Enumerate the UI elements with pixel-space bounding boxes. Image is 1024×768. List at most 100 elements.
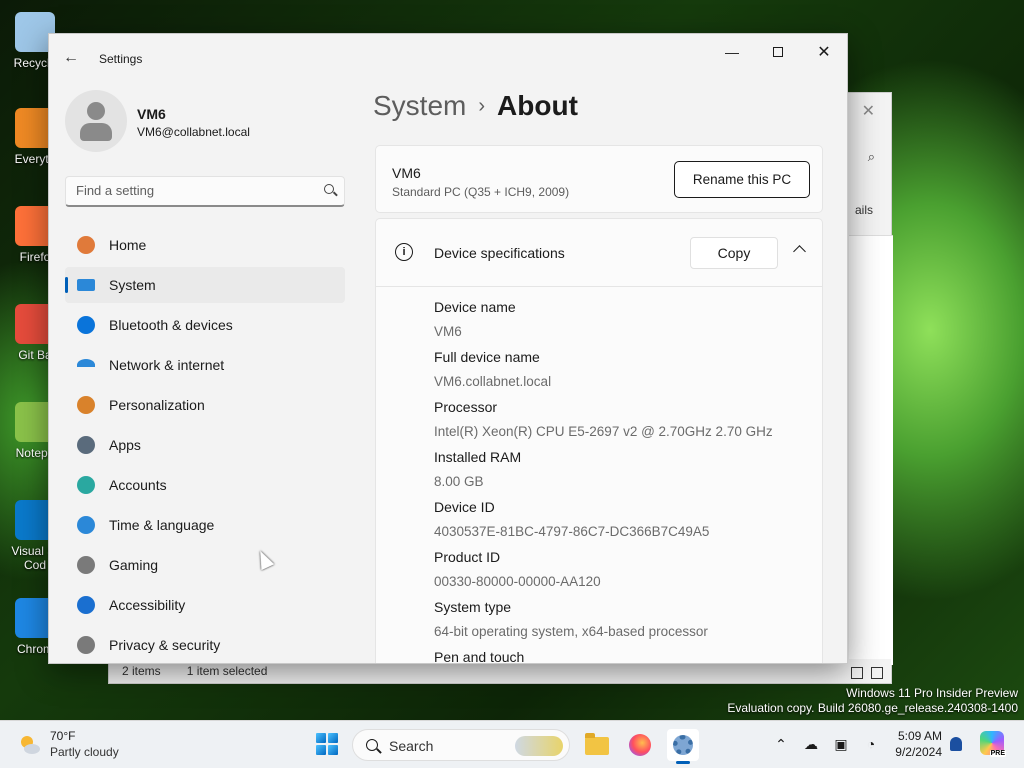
explorer-content-area: [849, 235, 893, 665]
sidebar-item-bluetooth[interactable]: Bluetooth & devices: [65, 307, 345, 343]
spec-label: Full device name: [434, 349, 540, 365]
minimize-button[interactable]: —: [709, 36, 755, 68]
spec-value: VM6.collabnet.local: [434, 374, 552, 389]
device-specifications-header[interactable]: i Device specifications Copy: [376, 219, 822, 287]
start-button[interactable]: [316, 733, 338, 755]
file-explorer-taskbar-icon[interactable]: [581, 729, 613, 761]
gear-icon: [673, 735, 693, 755]
home-icon: [77, 236, 95, 254]
tiles-view-icon[interactable]: [871, 667, 883, 679]
spec-row: Pen and touch: [434, 649, 773, 663]
sidebar-item-gamepad[interactable]: Gaming: [65, 547, 345, 583]
settings-taskbar-icon[interactable]: [667, 729, 699, 764]
chevron-up-icon[interactable]: [793, 245, 806, 258]
volume-icon[interactable]: ◔: [862, 735, 880, 753]
sidebar-item-system[interactable]: System: [65, 267, 345, 303]
system-icon: [77, 279, 95, 291]
display-icon[interactable]: ▣: [832, 735, 850, 753]
windows-watermark: Windows 11 Pro Insider Preview Evaluatio…: [727, 686, 1018, 716]
folder-icon: [585, 733, 609, 755]
pc-name-card: VM6 Standard PC (Q35 + ICH9, 2009) Renam…: [375, 145, 823, 213]
sidebar-item-label: Network & internet: [109, 357, 225, 373]
copilot-badge: PRE: [989, 750, 1006, 757]
title-bar: ← Settings — ✕: [49, 34, 847, 82]
notification-bell-icon[interactable]: [950, 737, 962, 751]
explorer-selection-count: 1 item selected: [186, 664, 268, 678]
search-highlight-icon: [515, 736, 563, 756]
sidebar-item-label: Personalization: [109, 397, 205, 413]
sidebar-item-accessibility[interactable]: Accessibility: [65, 587, 345, 623]
windows-logo-tile: [316, 733, 326, 743]
back-arrow-icon[interactable]: ←: [63, 49, 79, 67]
spec-value: 8.00 GB: [434, 474, 484, 489]
sidebar-item-shield[interactable]: Privacy & security: [65, 627, 345, 663]
taskbar: 70°F Partly cloudy Search ⌃ ☁ ▣ ◔ 5:09 A…: [0, 720, 1024, 768]
network-off-icon[interactable]: ☁: [802, 735, 820, 753]
settings-search-input[interactable]: [66, 177, 306, 204]
breadcrumb-parent[interactable]: System: [373, 90, 466, 121]
clock-date[interactable]: 9/2/2024: [884, 745, 942, 759]
avatar-head-shape: [87, 102, 105, 120]
breadcrumb-separator-icon: ›: [478, 95, 486, 117]
chevron-up-tray-icon[interactable]: ⌃: [772, 735, 790, 753]
close-button[interactable]: ✕: [801, 36, 847, 68]
firefox-logo-icon: [629, 734, 651, 756]
sidebar-item-brush[interactable]: Personalization: [65, 387, 345, 423]
accessibility-icon: [77, 596, 95, 614]
spec-row: Full device name VM6.collabnet.local: [434, 349, 773, 399]
partly-cloudy-icon[interactable]: [18, 733, 42, 757]
accounts-icon: [77, 476, 95, 494]
windows-logo-tile: [328, 745, 338, 755]
device-specifications-list: Device name VM6 Full device name VM6.collab…: [434, 299, 773, 663]
spec-value: Intel(R) Xeon(R) CPU E5-2697 v2 @ 2.70GH…: [434, 424, 773, 439]
clock-time[interactable]: 5:09 AM: [894, 729, 942, 743]
spec-row: Device name VM6: [434, 299, 773, 349]
spec-label: Device name: [434, 299, 516, 315]
sidebar-item-home[interactable]: Home: [65, 227, 345, 263]
windows-logo-tile: [316, 745, 326, 755]
avatar-body-shape: [80, 123, 112, 141]
settings-nav: Home System Bluetooth & devices Network & i…: [65, 227, 345, 663]
sidebar-item-accounts[interactable]: Accounts: [65, 467, 345, 503]
sidebar-item-label: Accounts: [109, 477, 167, 493]
explorer-close-icon[interactable]: ✕: [862, 101, 875, 121]
sidebar-item-label: Time & language: [109, 517, 215, 533]
spec-label: Processor: [434, 399, 498, 415]
explorer-search-icon[interactable]: ⌕: [868, 149, 875, 165]
details-view-icon[interactable]: [851, 667, 863, 679]
page-title: About: [497, 90, 578, 121]
spec-row: System type 64-bit operating system, x64-…: [434, 599, 773, 649]
bluetooth-icon: [77, 316, 95, 334]
weather-description[interactable]: Partly cloudy: [50, 745, 119, 759]
weather-temperature[interactable]: 70°F: [50, 729, 75, 743]
watermark-build: Evaluation copy. Build 26080.ge_release.…: [727, 701, 1018, 715]
avatar[interactable]: [65, 90, 127, 152]
gamepad-icon: [77, 556, 95, 574]
search-icon[interactable]: [324, 184, 334, 194]
sidebar-item-apps[interactable]: Apps: [65, 427, 345, 463]
maximize-icon: [773, 47, 783, 57]
explorer-item-count: 2 items: [122, 664, 161, 678]
firefox-taskbar-icon[interactable]: [624, 729, 656, 761]
spec-label: Product ID: [434, 549, 501, 565]
windows-logo-tile: [328, 733, 338, 743]
sidebar-item-wifi[interactable]: Network & internet: [65, 347, 345, 383]
globe-clock-icon: [77, 516, 95, 534]
spec-row: Installed RAM 8.00 GB: [434, 449, 773, 499]
rename-pc-button[interactable]: Rename this PC: [674, 161, 810, 198]
app-title: Settings: [99, 52, 143, 66]
spec-value: 00330-80000-00000-AA120: [434, 574, 601, 589]
maximize-button[interactable]: [755, 36, 801, 68]
sidebar-item-label: System: [109, 277, 156, 293]
copilot-icon[interactable]: PRE: [980, 731, 1006, 757]
system-tray: ⌃ ☁ ▣ ◔: [772, 735, 880, 753]
pc-model: Standard PC (Q35 + ICH9, 2009): [392, 185, 570, 199]
sidebar-item-globe-clock[interactable]: Time & language: [65, 507, 345, 543]
copy-button[interactable]: Copy: [690, 237, 778, 269]
brush-icon: [77, 396, 95, 414]
breadcrumb: System › About: [373, 90, 578, 122]
spec-label: Installed RAM: [434, 449, 522, 465]
sidebar-item-label: Home: [109, 237, 147, 253]
spec-label: System type: [434, 599, 512, 615]
taskbar-search[interactable]: Search: [352, 729, 570, 761]
